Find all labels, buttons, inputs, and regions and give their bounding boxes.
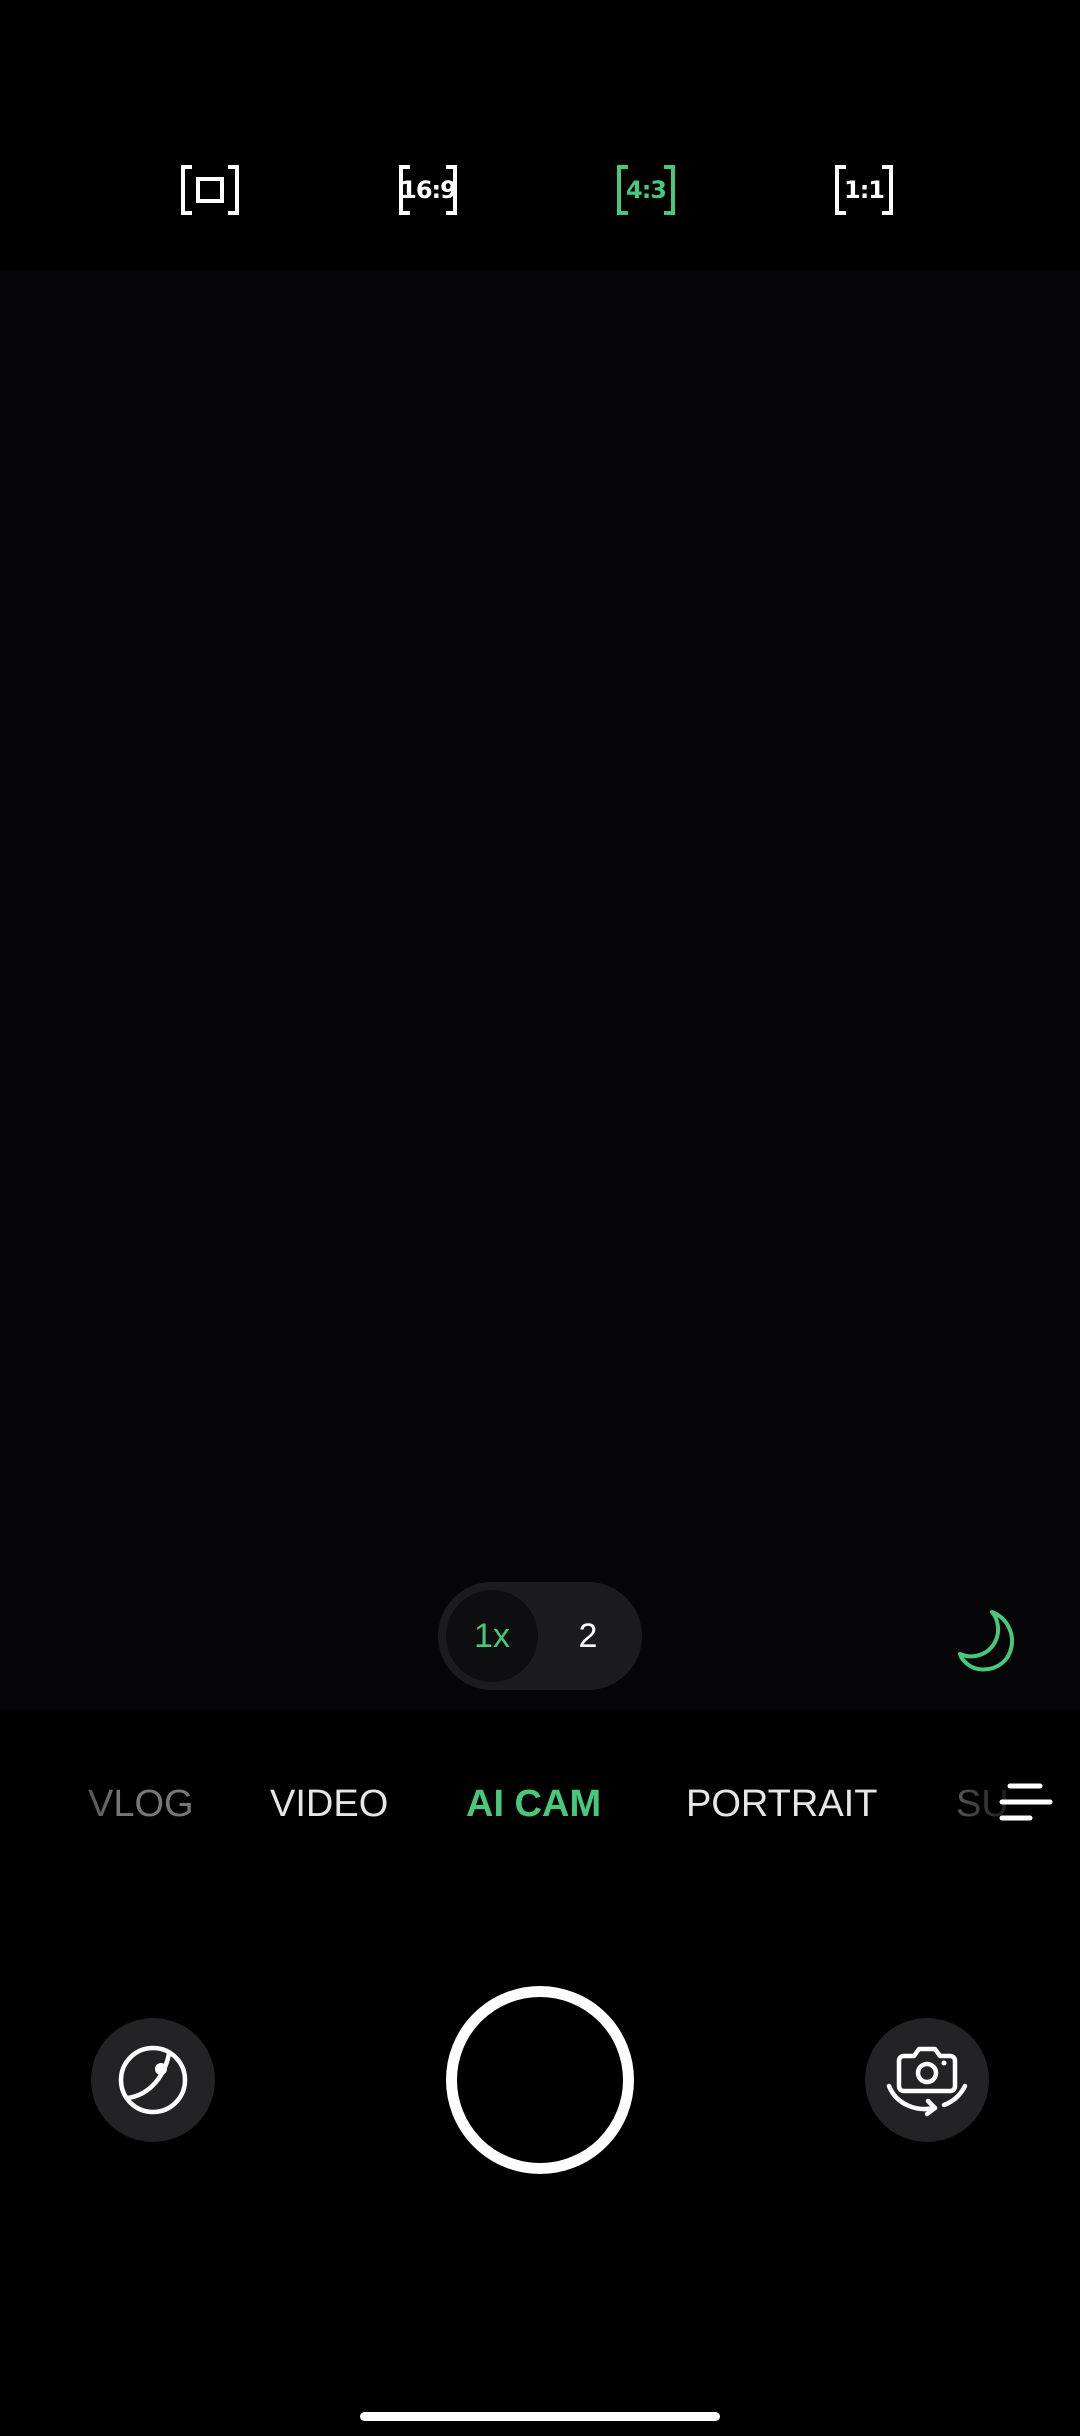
ratio-16-9-button[interactable]: 16:9 — [396, 162, 460, 218]
zoom-2x-button[interactable]: 2 — [542, 1590, 634, 1682]
zoom-1x-button[interactable]: 1x — [446, 1590, 538, 1682]
aspect-ratio-bar: 16:9 4:3 1:1 — [0, 162, 1080, 236]
switch-camera-button[interactable] — [865, 2018, 989, 2142]
mode-ai-cam[interactable]: AI CAM — [466, 1768, 601, 1840]
home-indicator[interactable] — [360, 2412, 720, 2421]
ratio-1-1-label: 1:1 — [844, 176, 885, 204]
camera-screen: 16:9 4:3 1:1 1x 2 VLOG VIDEO AI CAM PORT… — [0, 0, 1080, 2436]
ratio-1-1-button[interactable]: 1:1 — [832, 162, 896, 218]
ratio-4-3-label: 4:3 — [626, 176, 667, 204]
mode-selector: VLOG VIDEO AI CAM PORTRAIT SU — [0, 1768, 1080, 1840]
mode-vlog[interactable]: VLOG — [88, 1768, 194, 1840]
shutter-button[interactable] — [446, 1986, 634, 2174]
moon-icon — [958, 1610, 1014, 1672]
night-mode-button[interactable] — [952, 1606, 1024, 1678]
viewfinder[interactable] — [0, 270, 1080, 1710]
zoom-selector: 1x 2 — [438, 1582, 642, 1690]
filter-button[interactable] — [91, 2018, 215, 2142]
mode-video[interactable]: VIDEO — [270, 1768, 388, 1840]
ratio-16-9-label: 16:9 — [400, 176, 457, 204]
full-frame-icon — [181, 165, 239, 215]
filter-icon — [118, 2045, 188, 2115]
ratio-4-3-button[interactable]: 4:3 — [614, 162, 678, 218]
mode-portrait[interactable]: PORTRAIT — [686, 1768, 877, 1840]
switch-camera-icon — [886, 2046, 968, 2117]
ratio-full-button[interactable] — [178, 162, 242, 218]
more-modes-button[interactable] — [994, 1778, 1054, 1832]
menu-lines-icon — [999, 1783, 1053, 1821]
